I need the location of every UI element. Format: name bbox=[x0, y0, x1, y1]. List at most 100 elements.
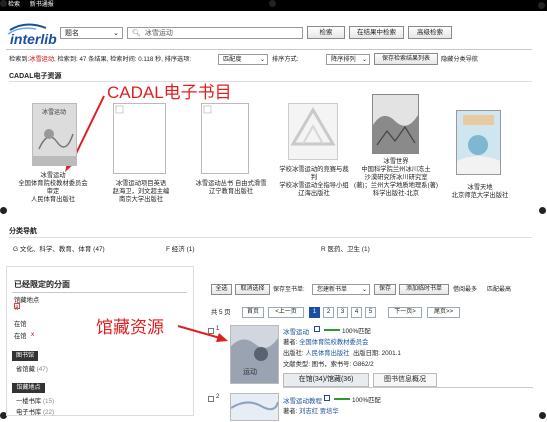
sort-match-most-link[interactable]: 匹配最高 bbox=[487, 285, 511, 295]
book-caption: 冰雪天地 北京师范大学出版社 bbox=[440, 184, 520, 200]
order-select-value: 降序排列 bbox=[331, 56, 356, 63]
divider bbox=[6, 49, 532, 50]
book-cover[interactable] bbox=[113, 103, 166, 174]
book-publisher: 南京大学出版社 bbox=[118, 196, 164, 203]
record-checkbox[interactable] bbox=[208, 328, 214, 334]
record-author-row: 著者: 刘志红 贾培华 bbox=[283, 406, 339, 415]
category-item[interactable]: F 经济 (1) bbox=[166, 243, 195, 253]
record-doctype-row: 文献类型: 图书，索书号: G862/2 bbox=[283, 359, 374, 368]
page-button[interactable]: 5 bbox=[365, 307, 376, 318]
booklist-select[interactable]: 您建新书单 ⌄ bbox=[312, 284, 370, 295]
facet-item[interactable]: 一楼书库 (15) bbox=[16, 396, 54, 405]
record-author-row: 著者: 全国体育院校教材委员会 bbox=[283, 337, 368, 346]
page-button[interactable]: 4 bbox=[351, 307, 362, 318]
facet-section-location: 馆藏地点 bbox=[12, 383, 45, 393]
book-title[interactable]: 冰雪天地 bbox=[440, 184, 520, 192]
book-cover[interactable] bbox=[288, 103, 338, 160]
facet-remove-icon[interactable]: x bbox=[31, 331, 34, 338]
advanced-search-button[interactable]: 高级检索 bbox=[408, 26, 452, 39]
book-caption: 冰雪世界 中国科学院兰州冰川冻土 沙漠研究所冰川研究室 (著)；兰州大学地质地理… bbox=[343, 158, 449, 198]
book-author-note: 审定 bbox=[46, 188, 60, 195]
book-cover[interactable] bbox=[372, 94, 419, 154]
record-doctype: 图书，索书号: G862/2 bbox=[311, 361, 374, 368]
hide-nav-link[interactable]: 隐藏分类导航 bbox=[441, 55, 478, 65]
last-page-button[interactable]: 尾页>> bbox=[427, 307, 460, 318]
record-cover[interactable] bbox=[230, 393, 279, 421]
search-icon: 🔍︎ bbox=[132, 30, 141, 37]
add-temp-booklist-button[interactable]: 添加临时书单 bbox=[399, 284, 449, 295]
book-title[interactable]: 冰雪世界 bbox=[343, 158, 449, 166]
record-author[interactable]: 刘志红 贾培华 bbox=[299, 408, 339, 415]
save-results-button[interactable]: 保存检索结果列表 bbox=[374, 53, 438, 65]
book-caption: 冰雪运动丛书 自由式滑雪 辽宁教育出版社 bbox=[188, 180, 274, 196]
save-booklist-button[interactable]: 保存 bbox=[374, 284, 396, 295]
facet-item-count: (47) bbox=[36, 366, 48, 373]
doctype-label: 文献类型: bbox=[283, 361, 310, 368]
match-percent: 100%匹配 bbox=[342, 328, 371, 335]
facet-heading: 已经限定的分面 bbox=[14, 280, 70, 289]
book-title[interactable]: 冰雪运动项目英语 bbox=[96, 180, 186, 188]
category-item[interactable]: R 医药、卫生 (1) bbox=[321, 243, 370, 253]
chevron-down-icon: ⌄ bbox=[361, 287, 367, 293]
results-prefix: 检索到: bbox=[9, 56, 30, 63]
facet-item[interactable]: 电子书库 (22) bbox=[16, 407, 54, 416]
first-page-button[interactable]: 首页 bbox=[242, 307, 264, 318]
select-all-button[interactable]: 全选 bbox=[211, 284, 232, 295]
page-button[interactable]: 2 bbox=[323, 307, 334, 318]
divider bbox=[12, 292, 187, 293]
frame-handle bbox=[0, 207, 7, 214]
search-in-results-button[interactable]: 在结果中检索 bbox=[349, 26, 404, 39]
record-author[interactable]: 全国体育院校教材委员会 bbox=[299, 339, 368, 346]
record-title[interactable]: 冰雪运动 bbox=[283, 326, 309, 336]
book-caption: 冰雪运动项目英语 赵海卫，刘文超主编 南京大学出版社 bbox=[96, 180, 186, 204]
copy-icon[interactable] bbox=[324, 395, 330, 401]
record-publisher[interactable]: 人民体育出版社 bbox=[305, 350, 349, 357]
category-item[interactable]: G 文化、科学、教育、体育 (47) bbox=[13, 243, 105, 253]
book-title[interactable]: 冰雪运动丛书 自由式滑雪 bbox=[188, 180, 274, 188]
facet-remove-icon[interactable]: x bbox=[14, 303, 20, 310]
record-cover[interactable]: 运动 bbox=[230, 325, 279, 384]
topbar-new-books-link[interactable]: 新书通报 bbox=[30, 2, 54, 8]
results-count-text: , 检索到: 47 条结果, 检索时间: 0.118 秒, 排序选项: bbox=[54, 56, 192, 63]
results-query-term: 冰雪运动 bbox=[29, 56, 55, 63]
book-cover[interactable] bbox=[456, 110, 501, 175]
facet-item[interactable]: 省馆藏 (47) bbox=[16, 364, 48, 373]
cancel-selection-button[interactable]: 取消选择 bbox=[235, 284, 270, 295]
sort-select[interactable]: 匹配度 ⌄ bbox=[218, 54, 268, 65]
order-select[interactable]: 降序排列 ⌄ bbox=[326, 54, 370, 65]
book-publisher: 辽宁教育出版社 bbox=[208, 188, 254, 195]
divider bbox=[283, 387, 533, 388]
divider bbox=[9, 237, 532, 238]
tab-holdings[interactable]: 在馆(34)/馆藏(36) bbox=[283, 373, 369, 387]
record-title[interactable]: 冰雪运动教程 bbox=[283, 395, 322, 405]
annotation-arrow bbox=[177, 325, 228, 342]
facet-filter-label: 在馆 bbox=[14, 321, 27, 328]
logo-text: interlib bbox=[10, 31, 57, 47]
page-button[interactable]: 3 bbox=[337, 307, 348, 318]
book-cover[interactable] bbox=[201, 103, 249, 174]
author-label: 著者: bbox=[283, 339, 298, 346]
book-publisher: 北京师范大学出版社 bbox=[451, 192, 509, 199]
order-label: 排序方式: bbox=[272, 56, 299, 63]
book-author-cont: (著)；兰州大学地质地理系(著) bbox=[354, 182, 438, 189]
cadal-annotation: CADAL电子书目 bbox=[107, 83, 232, 102]
search-button[interactable]: 检索 bbox=[307, 26, 345, 39]
prev-page-button[interactable]: <上一页 bbox=[268, 307, 304, 318]
sort-borrow-most-link[interactable]: 借阅最多 bbox=[453, 285, 477, 295]
record-checkbox[interactable] bbox=[208, 396, 214, 402]
book-title[interactable]: 冰雪运动 bbox=[8, 172, 98, 180]
page-button-current[interactable]: 1 bbox=[309, 307, 320, 318]
search-field-select[interactable]: 题名 ⌄ bbox=[60, 27, 123, 39]
book-cover[interactable]: 冰雪运动 bbox=[32, 103, 77, 166]
next-page-button[interactable]: 下一页> bbox=[388, 307, 422, 318]
save-to-label: 保存至书单: bbox=[273, 287, 305, 293]
topbar-search-link[interactable]: 检索 bbox=[8, 2, 20, 8]
chevron-down-icon: ⌄ bbox=[361, 56, 367, 63]
tab-book-info[interactable]: 图书信息概况 bbox=[373, 373, 437, 387]
author-label: 著者: bbox=[283, 408, 298, 415]
search-field-value: 题名 bbox=[65, 30, 79, 37]
category-nav-heading: 分类导航 bbox=[9, 228, 37, 235]
search-input[interactable]: 🔍︎ 冰雪运动 bbox=[127, 27, 303, 39]
copy-icon[interactable] bbox=[314, 326, 320, 332]
facet-item-count: (22) bbox=[42, 409, 55, 416]
